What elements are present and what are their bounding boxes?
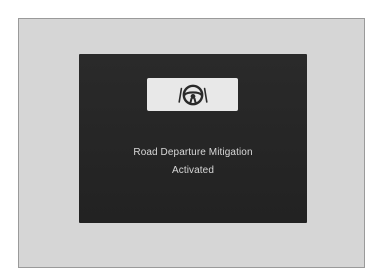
figure-panel: Road Departure Mitigation Activated	[18, 18, 365, 268]
status-message-line-2: Activated	[171, 165, 215, 176]
road-departure-mitigation-icon	[177, 83, 208, 107]
status-message: Road Departure Mitigation Activated	[79, 144, 307, 180]
page: Road Departure Mitigation Activated	[0, 0, 367, 270]
indicator-icon-box	[147, 78, 238, 111]
instrument-display-screen: Road Departure Mitigation Activated	[79, 54, 307, 223]
status-message-line-1: Road Departure Mitigation	[133, 147, 253, 158]
